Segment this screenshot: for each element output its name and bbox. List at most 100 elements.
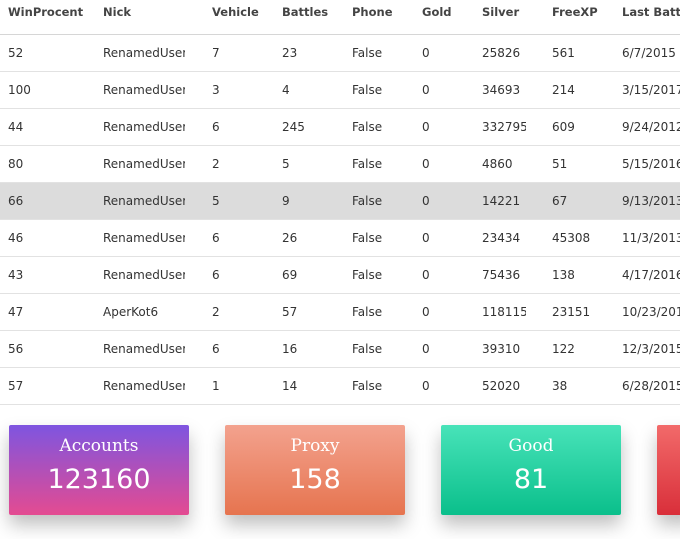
cell-freexp: 609 [552, 120, 575, 134]
cell-gold: 0 [422, 194, 430, 208]
proxy-card-value: 158 [289, 464, 341, 495]
table-row[interactable]: 66 RenamedUser_ 5 9 False 0 14221 67 9/13/2013 [0, 183, 680, 220]
cell-winprocent: 43 [8, 268, 24, 282]
cell-vehicle: 6 [212, 231, 220, 245]
cell-vehicle: 1 [212, 379, 220, 393]
cell-vehicle: 5 [212, 194, 220, 208]
cell-freexp: 23151 [552, 305, 591, 319]
cell-winprocent: 66 [8, 194, 24, 208]
table-header: WinProcent Nick Vehicle Battles Phone Go… [0, 0, 680, 35]
good-card[interactable]: Good 81 [441, 425, 621, 515]
cell-freexp: 51 [552, 157, 568, 171]
cell-nick: RenamedUser_ [103, 342, 185, 356]
table-row[interactable]: 46 RenamedUser_ 6 26 False 0 23434 45308 11/3/20… [0, 220, 680, 257]
header-gold[interactable]: Gold [422, 5, 472, 19]
table-row[interactable]: 44 RenamedUser_ 6 245 False 0 332795 609 9/24/20… [0, 109, 680, 146]
cell-battles: 245 [282, 120, 305, 134]
header-phone[interactable]: Phone [352, 5, 412, 19]
table-row[interactable]: 80 RenamedUser_ 2 5 False 0 4860 51 5/15/2016 [0, 146, 680, 183]
cell-freexp: 122 [552, 342, 575, 356]
cell-gold: 0 [422, 231, 430, 245]
table-row[interactable]: 56 RenamedUser_ 6 16 False 0 39310 122 12/3/2015 [0, 331, 680, 368]
cell-nick: RenamedUser_ [103, 46, 185, 60]
cell-gold: 0 [422, 268, 430, 282]
cell-gold: 0 [422, 46, 430, 60]
cell-winprocent: 57 [8, 379, 24, 393]
proxy-card-label: Proxy [290, 436, 340, 456]
cell-silver: 34693 [482, 83, 521, 97]
cell-nick: RenamedUser_ [103, 194, 185, 208]
fourth-card-partial[interactable] [657, 425, 680, 515]
cell-nick: RenamedUser_ [103, 379, 185, 393]
header-silver[interactable]: Silver [482, 5, 526, 19]
cell-freexp: 67 [552, 194, 568, 208]
table-row[interactable]: 52 RenamedUser_ 7 23 False 0 25826 561 6/7/2015 … [0, 35, 680, 72]
cell-winprocent: 56 [8, 342, 24, 356]
cell-last-battle: 9/13/2013 [622, 194, 680, 208]
cell-battles: 14 [282, 379, 298, 393]
cell-vehicle: 7 [212, 46, 220, 60]
header-vehicle[interactable]: Vehicle [212, 5, 272, 19]
cell-vehicle: 6 [212, 120, 220, 134]
cell-phone: False [352, 305, 383, 319]
header-winprocent[interactable]: WinProcent [8, 5, 98, 19]
cell-silver: 4860 [482, 157, 513, 171]
stats-cards: Accounts 123160 Proxy 158 Good 81 [0, 425, 680, 539]
cell-nick: RenamedUser_ [103, 120, 185, 134]
cell-silver: 14221 [482, 194, 521, 208]
table-row[interactable]: 100 RenamedUser_ 3 4 False 0 34693 214 3/15/2017 [0, 72, 680, 109]
cell-freexp: 561 [552, 46, 575, 60]
cell-last-battle: 9/24/2012 [622, 120, 680, 134]
cell-battles: 5 [282, 157, 290, 171]
header-nick[interactable]: Nick [103, 5, 185, 19]
cell-silver: 23434 [482, 231, 521, 245]
header-last-battle[interactable]: Last Battle [622, 5, 680, 19]
accounts-card[interactable]: Accounts 123160 [9, 425, 189, 515]
cell-gold: 0 [422, 342, 430, 356]
cell-battles: 4 [282, 83, 290, 97]
cell-phone: False [352, 83, 383, 97]
header-battles[interactable]: Battles [282, 5, 342, 19]
table-row[interactable]: 57 RenamedUser_ 1 14 False 0 52020 38 6/28/2015 [0, 368, 680, 405]
cell-last-battle: 11/3/2013 [622, 231, 680, 245]
cell-nick: RenamedUser_ [103, 83, 185, 97]
cell-vehicle: 3 [212, 83, 220, 97]
header-freexp[interactable]: FreeXP [552, 5, 612, 19]
cell-battles: 23 [282, 46, 298, 60]
table-row[interactable]: 43 RenamedUser_ 6 69 False 0 75436 138 4/17/2016 [0, 257, 680, 294]
cell-silver: 332795 [482, 120, 526, 134]
cell-vehicle: 6 [212, 342, 220, 356]
cell-battles: 16 [282, 342, 298, 356]
cell-winprocent: 44 [8, 120, 24, 134]
cell-nick: RenamedUser_ [103, 268, 185, 282]
cell-freexp: 38 [552, 379, 568, 393]
cell-battles: 9 [282, 194, 290, 208]
cell-phone: False [352, 231, 383, 245]
cell-battles: 57 [282, 305, 298, 319]
cell-battles: 26 [282, 231, 298, 245]
proxy-card[interactable]: Proxy 158 [225, 425, 405, 515]
cell-battles: 69 [282, 268, 298, 282]
cell-phone: False [352, 46, 383, 60]
cell-phone: False [352, 268, 383, 282]
table-row[interactable]: 47 AperKot6 2 57 False 0 118115 23151 10/23/201 [0, 294, 680, 331]
cell-phone: False [352, 120, 383, 134]
cell-silver: 52020 [482, 379, 521, 393]
accounts-card-value: 123160 [47, 464, 151, 495]
accounts-table: WinProcent Nick Vehicle Battles Phone Go… [0, 0, 680, 405]
cell-phone: False [352, 379, 383, 393]
cell-gold: 0 [422, 120, 430, 134]
cell-gold: 0 [422, 379, 430, 393]
cell-last-battle: 5/15/2016 [622, 157, 680, 171]
cell-gold: 0 [422, 305, 430, 319]
cell-silver: 25826 [482, 46, 521, 60]
cell-last-battle: 6/28/2015 [622, 379, 680, 393]
cell-nick: RenamedUser_ [103, 157, 185, 171]
good-card-label: Good [508, 436, 554, 456]
cell-gold: 0 [422, 157, 430, 171]
cell-silver: 75436 [482, 268, 521, 282]
cell-silver: 39310 [482, 342, 521, 356]
cell-freexp: 214 [552, 83, 575, 97]
cell-phone: False [352, 157, 383, 171]
cell-winprocent: 46 [8, 231, 24, 245]
